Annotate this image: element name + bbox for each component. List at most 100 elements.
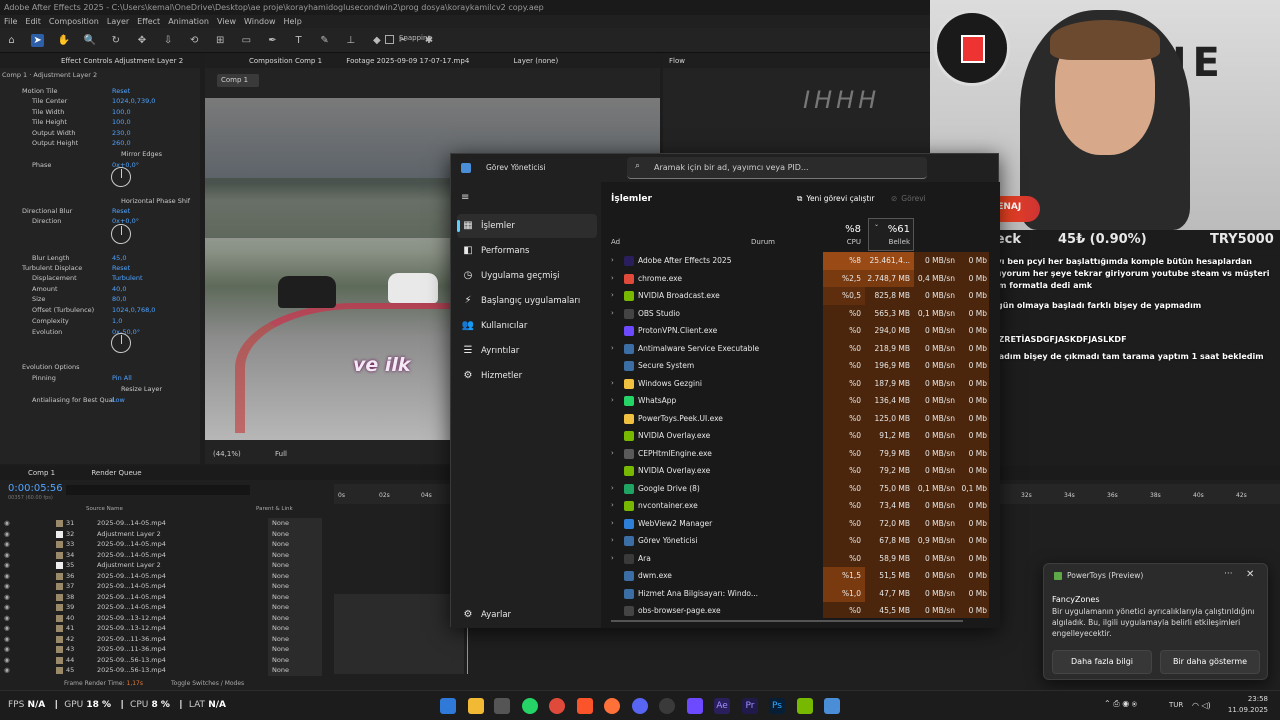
table-row[interactable]: ◉ 41 2025-09...13-12.mp4 None	[0, 623, 330, 634]
process-search-input[interactable]: ⌕ Aramak için bir ad, yayımcı veya PID..…	[627, 157, 927, 179]
orbit-tool-icon[interactable]: ↻	[109, 34, 122, 47]
menu-item[interactable]: File	[4, 15, 17, 28]
table-row[interactable]: ◉ 44 2025-09...56-13.mp4 None	[0, 654, 330, 666]
start-icon[interactable]	[440, 698, 456, 714]
process-row[interactable]: › nvcontainer.exe %0 73,4 MB 0 MB/sn 0 Mb	[601, 497, 989, 515]
parent-select[interactable]: None	[268, 581, 322, 592]
table-row[interactable]: ◉ 33 2025-09...14-05.mp4 None	[0, 539, 330, 550]
nav-item[interactable]: ◷ Uygulama geçmişi	[457, 264, 597, 288]
effect-property-value[interactable]: 1024,0,768,0	[112, 305, 155, 315]
phase-dial[interactable]	[111, 167, 131, 187]
eye-icon[interactable]: ◉	[4, 529, 10, 540]
expand-chevron-icon[interactable]: ›	[611, 287, 614, 305]
table-row[interactable]: ◉ 37 2025-09...14-05.mp4 None	[0, 581, 330, 592]
label-color-swatch[interactable]	[56, 530, 63, 538]
parent-select[interactable]: None	[268, 528, 322, 539]
effect-property-row[interactable]: Tile Width 100,0	[0, 107, 200, 117]
timeline-tab[interactable]: Comp 1	[28, 469, 55, 477]
effect-property-row[interactable]: Evolution 0x-50,0°	[0, 327, 200, 337]
toggle-switches[interactable]: Toggle Switches / Modes	[171, 680, 244, 687]
nav-item[interactable]: 👥 Kullanıcılar	[457, 314, 597, 338]
menu-item[interactable]: Effect	[137, 15, 160, 28]
effect-property-value[interactable]: Reset	[112, 206, 130, 216]
table-row[interactable]: ◉ 42 2025-09...11-36.mp4 None	[0, 633, 330, 645]
pan-tool-icon[interactable]: ✥	[135, 34, 148, 47]
table-row[interactable]: ◉ 31 2025-09...14-05.mp4 None	[0, 518, 330, 529]
process-row[interactable]: › chrome.exe %2,5 2.748,7 MB 0,4 MB/sn 0 Mb	[601, 269, 989, 288]
language-indicator[interactable]: TUR	[1169, 701, 1183, 709]
effect-controls-tab[interactable]: Effect Controls Adjustment Layer 2	[0, 54, 200, 68]
task-view-icon[interactable]	[494, 698, 510, 714]
process-row[interactable]: ProtonVPN.Client.exe %0 294,0 MB 0 MB/sn 0 M…	[601, 322, 989, 340]
table-row[interactable]: ◉ 32 Adjustment Layer 2 None	[0, 528, 330, 540]
effect-property-value[interactable]: Horizontal Phase Shif	[121, 196, 190, 206]
eye-icon[interactable]: ◉	[4, 623, 10, 634]
effect-property-row[interactable]: Directional Blur Reset	[0, 206, 200, 216]
after-effects-icon[interactable]: Ae	[714, 698, 730, 714]
process-row[interactable]: › WebView2 Manager %0 72,0 MB 0 MB/sn 0 Mb	[601, 514, 989, 532]
effect-property-row[interactable]: Complexity 1,0	[0, 316, 200, 326]
label-color-swatch[interactable]	[56, 625, 63, 632]
process-row[interactable]: Hizmet Ana Bilgisayarı: Windo... %1,0 47,7…	[601, 584, 989, 602]
col-status[interactable]: Durum	[751, 238, 775, 246]
eye-icon[interactable]: ◉	[4, 602, 10, 613]
table-row[interactable]: ◉ 43 2025-09...11-36.mp4 None	[0, 644, 330, 655]
parent-select[interactable]: None	[268, 539, 322, 550]
eye-icon[interactable]: ◉	[4, 571, 10, 582]
parent-select[interactable]: None	[268, 518, 322, 529]
menu-item[interactable]: Composition	[49, 15, 99, 28]
effect-property-value[interactable]: Mirror Edges	[121, 149, 162, 159]
cpu-total[interactable]: %8	[823, 224, 865, 235]
task-manager-taskbar-icon[interactable]	[824, 698, 840, 714]
direction-dial[interactable]	[111, 224, 131, 244]
expand-chevron-icon[interactable]: ›	[611, 270, 614, 288]
timecode[interactable]: 0:00:05:56	[8, 483, 63, 494]
clone-tool-icon[interactable]: ⊥	[344, 34, 357, 47]
table-row[interactable]: ◉ 40 2025-09...13-12.mp4 None	[0, 612, 330, 624]
protonvpn-icon[interactable]	[687, 698, 703, 714]
chrome-icon[interactable]	[549, 698, 565, 714]
layer-name[interactable]: 2025-09...56-13.mp4	[97, 655, 166, 666]
process-row[interactable]: › OBS Studio %0 565,3 MB 0,1 MB/sn 0 Mb	[601, 304, 989, 322]
layer-name[interactable]: 2025-09...14-05.mp4	[97, 602, 166, 613]
evolution-dial[interactable]	[111, 333, 131, 353]
eye-icon[interactable]: ◉	[4, 644, 10, 655]
effect-property-row[interactable]: Displacement Turbulent	[0, 273, 200, 283]
label-color-swatch[interactable]	[56, 583, 63, 590]
label-color-swatch[interactable]	[56, 635, 63, 643]
effect-property-row[interactable]: Blur Length 45,0	[0, 253, 200, 263]
expand-chevron-icon[interactable]: ›	[611, 550, 614, 568]
table-row[interactable]: ◉ 45 2025-09...56-13.mp4 None	[0, 665, 330, 676]
label-color-swatch[interactable]	[56, 520, 63, 527]
expand-chevron-icon[interactable]: ›	[611, 532, 614, 550]
clock-time[interactable]: 23:58	[1228, 695, 1268, 703]
effect-property-value[interactable]: Resize Layer	[121, 384, 162, 394]
hamburger-menu-icon[interactable]: ≡	[461, 192, 469, 203]
label-color-swatch[interactable]	[56, 562, 63, 569]
label-color-swatch[interactable]	[56, 551, 63, 559]
effect-property-value[interactable]: Reset	[112, 263, 130, 273]
flow-tab[interactable]: Flow	[669, 57, 685, 65]
pen-tool-icon[interactable]: ✒	[266, 34, 279, 47]
rotate-tool-icon[interactable]: ⟲	[188, 34, 201, 47]
discord-icon[interactable]	[632, 698, 648, 714]
layer-name[interactable]: 2025-09...11-36.mp4	[97, 634, 166, 645]
effect-property-row[interactable]: Amount 40,0	[0, 284, 200, 294]
parent-select[interactable]: None	[268, 570, 322, 581]
photoshop-icon[interactable]: Ps	[769, 698, 785, 714]
eye-icon[interactable]: ◉	[4, 665, 10, 676]
nav-settings[interactable]: ⚙ Ayarlar	[457, 603, 597, 627]
effect-property-row[interactable]: Resize Layer	[0, 384, 200, 394]
menu-item[interactable]: Layer	[107, 15, 129, 28]
effect-property-row[interactable]: Turbulent Displace Reset	[0, 263, 200, 273]
col-cpu[interactable]: CPU	[823, 238, 865, 246]
process-row[interactable]: dwm.exe %1,5 51,5 MB 0 MB/sn 0 Mb	[601, 567, 989, 585]
label-color-swatch[interactable]	[56, 614, 63, 622]
zoom-tool-icon[interactable]: 🔍	[83, 34, 96, 47]
comp-breadcrumb[interactable]: Comp 1	[217, 74, 259, 87]
effect-property-row[interactable]: Output Width 230,0	[0, 128, 200, 138]
expand-chevron-icon[interactable]: ›	[611, 392, 614, 410]
layer-name[interactable]: 2025-09...13-12.mp4	[97, 613, 166, 624]
process-row[interactable]: NVIDIA Overlay.exe %0 79,2 MB 0 MB/sn 0 Mb	[601, 462, 989, 480]
parent-select[interactable]: None	[268, 623, 322, 634]
